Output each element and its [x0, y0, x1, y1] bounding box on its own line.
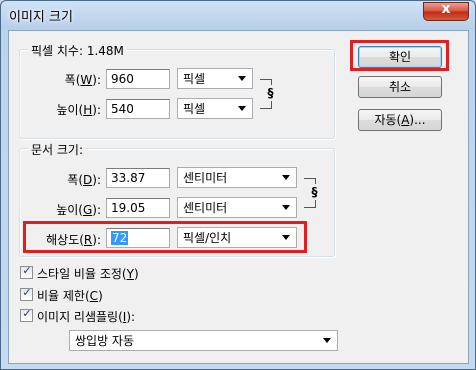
close-button[interactable]: x — [423, 1, 469, 21]
image-size-dialog: 이미지 크기 x 픽셀 치수: 1.48M 폭(W): 960 픽셀 높이(H)… — [0, 0, 476, 370]
doc-width-unit-select[interactable]: 센티미터 — [177, 167, 297, 188]
pixel-height-label: 높이(H): — [56, 103, 101, 117]
constrain-proportions-label: 비율 제한(C) — [37, 289, 103, 303]
title-bar[interactable]: 이미지 크기 x — [1, 1, 475, 30]
resample-checkbox[interactable]: ✓ — [20, 307, 33, 322]
close-icon: x — [441, 1, 451, 17]
chevron-down-icon — [238, 106, 246, 111]
checkmark-icon: ✓ — [22, 286, 32, 299]
doc-width-label: 폭(D): — [67, 173, 101, 187]
doc-height-unit-select[interactable]: 센티미터 — [177, 197, 297, 218]
document-size-legend: 문서 크기: — [28, 141, 87, 158]
checkmark-icon: ✓ — [22, 307, 32, 320]
doc-width-input[interactable]: 33.87 — [106, 168, 170, 188]
pixel-height-unit-select[interactable]: 픽셀 — [177, 98, 253, 119]
resolution-highlight-box — [23, 221, 307, 253]
scale-styles-checkbox[interactable]: ✓ — [20, 264, 33, 279]
window-title: 이미지 크기 — [9, 10, 73, 25]
dialog-body: 픽셀 치수: 1.48M 폭(W): 960 픽셀 높이(H): 540 픽셀 … — [8, 30, 469, 364]
resample-method-select[interactable]: 쌍입방 자동 — [69, 330, 338, 351]
pixel-dimensions-legend: 픽셀 치수: 1.48M — [28, 42, 127, 59]
cancel-button[interactable]: 취소 — [358, 76, 442, 98]
checkmark-icon: ✓ — [22, 264, 32, 277]
pixel-height-input[interactable]: 540 — [106, 99, 170, 119]
pixel-dimensions-group: 픽셀 치수: 1.48M — [19, 42, 335, 139]
chevron-down-icon — [323, 338, 331, 343]
chevron-down-icon — [282, 205, 290, 210]
chain-link-icon: § — [310, 184, 319, 200]
resample-label: 이미지 리샘플링(I): — [37, 310, 136, 324]
doc-height-input[interactable]: 19.05 — [106, 198, 170, 218]
doc-height-label: 높이(G): — [56, 203, 101, 217]
chevron-down-icon — [238, 76, 246, 81]
auto-button[interactable]: 자동(A)... — [358, 109, 442, 131]
ok-highlight-box — [350, 40, 449, 71]
pixel-width-unit-select[interactable]: 픽셀 — [177, 68, 253, 89]
pixel-width-label: 폭(W): — [64, 73, 101, 87]
chain-link-icon: § — [266, 85, 275, 101]
constrain-proportions-checkbox[interactable]: ✓ — [20, 286, 33, 301]
scale-styles-label: 스타일 비율 조정(Y) — [37, 267, 139, 281]
pixel-width-input[interactable]: 960 — [106, 69, 170, 89]
chevron-down-icon — [282, 175, 290, 180]
